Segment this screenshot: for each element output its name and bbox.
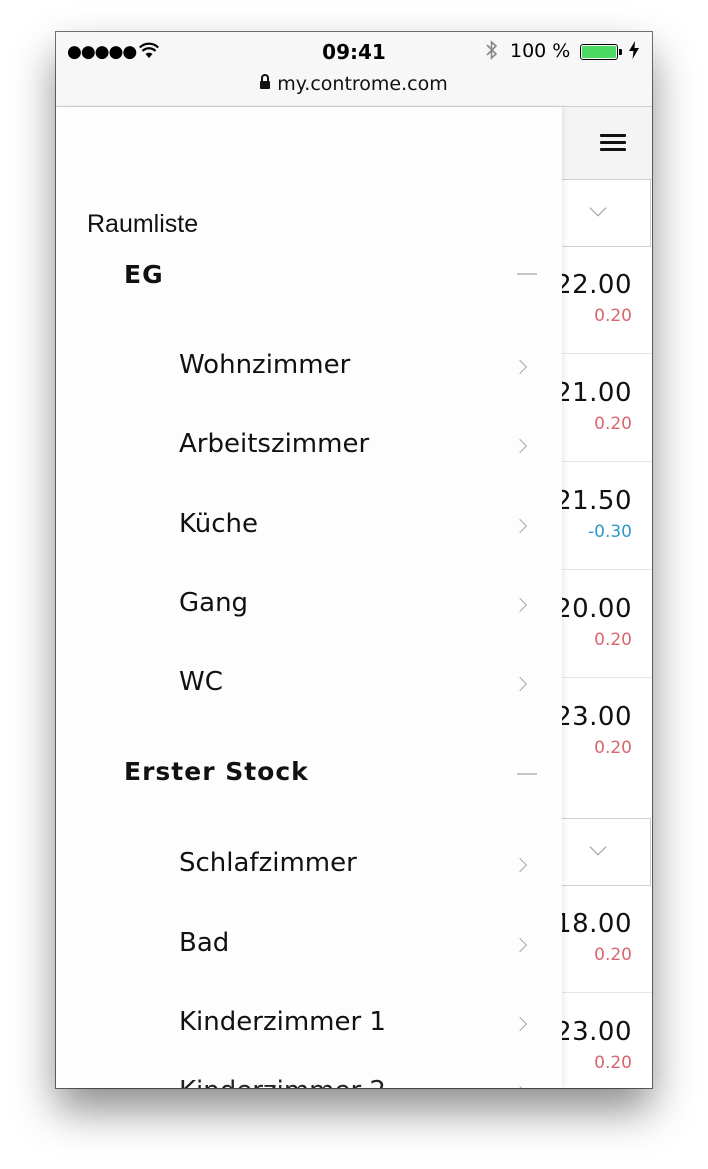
room-item-gang[interactable]: Gang <box>56 576 562 636</box>
chevron-down-icon <box>589 199 607 217</box>
battery-fill <box>582 46 616 58</box>
address-bar[interactable]: my.controme.com <box>56 73 652 95</box>
hamburger-icon[interactable] <box>600 134 626 152</box>
floor-dropdown[interactable] <box>562 179 651 247</box>
minus-icon[interactable] <box>517 273 537 275</box>
temperature-delta: -0.30 <box>588 522 632 542</box>
room-item-arbeitszimmer[interactable]: Arbeitszimmer <box>56 417 562 477</box>
bluetooth-icon <box>486 40 498 60</box>
room-label: Schlafzimmer <box>179 848 357 878</box>
room-label: Gang <box>179 588 249 618</box>
room-item-wc[interactable]: WC <box>56 655 562 715</box>
room-label: Kinderzimmer 1 <box>179 1007 386 1037</box>
phone-screen: ●●●●● 09:41 100 % my.controme.com 22.00 … <box>56 32 652 1088</box>
room-item-kueche[interactable]: Küche <box>56 497 562 557</box>
lock-icon <box>260 74 271 89</box>
room-item-wohnzimmer[interactable]: Wohnzimmer <box>56 338 562 398</box>
chevron-right-icon <box>512 937 528 953</box>
room-item-schlafzimmer[interactable]: Schlafzimmer <box>56 836 562 896</box>
chevron-right-icon <box>512 597 528 613</box>
section-header-eg[interactable]: EG <box>124 260 164 289</box>
temperature-delta: 0.20 <box>594 738 632 758</box>
room-label: Arbeitszimmer <box>179 429 370 459</box>
drawer-title: Raumliste <box>87 210 199 238</box>
charging-icon <box>629 41 639 59</box>
chevron-right-icon <box>512 857 528 873</box>
battery-icon <box>580 44 622 60</box>
room-label: WC <box>179 667 223 697</box>
room-list-drawer: Raumliste EG Wohnzimmer Arbeitszimmer Kü… <box>56 107 562 1088</box>
room-row[interactable]: 21.00 0.20 <box>555 354 652 462</box>
room-temperature: 23.00 <box>555 1017 632 1047</box>
room-temperature: 21.00 <box>555 378 632 408</box>
room-temperature: 20.00 <box>555 594 632 624</box>
section-header-erster-stock[interactable]: Erster Stock <box>124 757 309 786</box>
chevron-right-icon <box>512 676 528 692</box>
chevron-right-icon <box>512 438 528 454</box>
room-label: Bad <box>179 928 230 958</box>
room-label: Kinderzimmer 2 <box>179 1076 386 1088</box>
chevron-right-icon <box>512 359 528 375</box>
room-label: Wohnzimmer <box>179 350 351 380</box>
battery-nub <box>619 49 622 55</box>
battery-percent: 100 % <box>510 40 571 62</box>
minus-icon[interactable] <box>517 773 537 775</box>
room-row[interactable]: 22.00 0.20 <box>555 246 652 354</box>
url-text: my.controme.com <box>277 73 448 95</box>
room-row[interactable]: 23.00 0.20 <box>555 993 652 1088</box>
room-temperature: 22.00 <box>555 270 632 300</box>
temperature-delta: 0.20 <box>594 306 632 326</box>
room-row[interactable]: 23.00 0.20 <box>555 678 652 785</box>
room-row[interactable]: 18.00 0.20 <box>555 885 652 993</box>
room-row[interactable]: 21.50 -0.30 <box>555 462 652 570</box>
room-temperature: 23.00 <box>555 702 632 732</box>
chevron-right-icon <box>512 1085 528 1088</box>
room-temperature: 21.50 <box>555 486 632 516</box>
chevron-right-icon <box>512 518 528 534</box>
temperature-delta: 0.20 <box>594 414 632 434</box>
room-item-kinderzimmer-2[interactable]: Kinderzimmer 2 <box>56 1036 562 1088</box>
room-item-bad[interactable]: Bad <box>56 916 562 976</box>
room-label: Küche <box>179 509 259 539</box>
chevron-right-icon <box>512 1016 528 1032</box>
room-row[interactable]: 20.00 0.20 <box>555 570 652 678</box>
temperature-delta: 0.20 <box>594 945 632 965</box>
floor-dropdown[interactable] <box>562 818 651 886</box>
room-temperature: 18.00 <box>555 909 632 939</box>
temperature-delta: 0.20 <box>594 1053 632 1073</box>
status-bar: ●●●●● 09:41 100 % my.controme.com <box>56 32 652 107</box>
chevron-down-icon <box>589 838 607 856</box>
temperature-delta: 0.20 <box>594 630 632 650</box>
